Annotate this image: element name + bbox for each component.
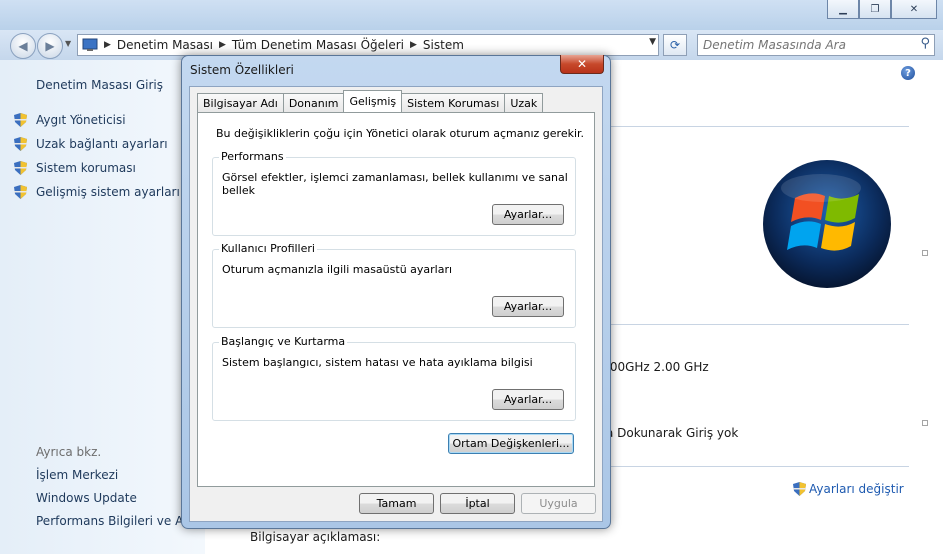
startup-recovery-title: Başlangıç ve Kurtarma [219,335,348,348]
section-divider [605,126,909,127]
refresh-button[interactable]: ⟳ [663,34,687,56]
chevron-right-icon: ▶ [410,40,417,50]
search-box[interactable]: ⚲ [697,34,935,56]
tab-strip: Bilgisayar Adı Donanım Gelişmiş Sistem K… [197,90,544,112]
computer-description-label: Bilgisayar açıklaması: [250,530,381,544]
window-caption-buttons: ▁ ❐ ✕ [827,0,937,19]
help-icon[interactable]: ? [901,66,915,80]
restore-icon: ❐ [870,3,880,15]
advanced-tab-panel: Bu değişikliklerin çoğu için Yönetici ol… [197,112,595,487]
startup-recovery-desc: Sistem başlangıcı, sistem hatası ve hata… [222,356,533,369]
change-settings-label: Ayarları değiştir [809,482,904,496]
uac-shield-icon [14,137,27,151]
sidebar-item-advanced-settings[interactable]: Gelişmiş sistem ayarları [36,185,180,199]
uac-shield-icon [14,185,27,199]
apply-button[interactable]: Uygula [521,493,596,514]
performance-desc: Görsel efektler, işlemci zamanlaması, be… [222,171,568,197]
search-input[interactable] [698,35,905,55]
dialog-body: Bilgisayar Adı Donanım Gelişmiş Sistem K… [189,86,603,522]
forward-arrow-icon: ▶ [45,39,55,53]
see-also-heading: Ayrıca bkz. [36,445,102,459]
refresh-icon: ⟳ [669,38,681,52]
sidebar-item-remote-settings[interactable]: Uzak bağlantı ayarları [36,137,168,151]
control-panel-icon [82,38,98,51]
chevron-right-icon: ▶ [218,40,226,50]
scrollbar-tick [922,420,928,426]
windows-logo [763,160,891,288]
sidebar-item-device-manager[interactable]: Aygıt Yöneticisi [36,113,126,127]
breadcrumb-system[interactable]: Sistem [423,38,464,52]
environment-variables-button[interactable]: Ortam Değişkenleri... [448,433,574,454]
section-divider [605,466,909,467]
system-properties-dialog: Sistem Özellikleri ✕ Bilgisayar Adı Dona… [181,55,611,529]
vertical-scrollbar[interactable] [919,60,943,554]
search-icon[interactable]: ⚲ [920,36,930,51]
scrollbar-tick [922,250,928,256]
tab-system-protection[interactable]: Sistem Koruması [401,93,506,112]
ok-button[interactable]: Tamam [359,493,434,514]
left-sidebar: Denetim Masası Giriş Aygıt Yöneticisi Uz… [0,60,206,554]
uac-shield-icon [14,113,27,127]
performance-title: Performans [219,150,286,163]
sidebar-item-system-protection[interactable]: Sistem koruması [36,161,136,175]
dialog-title: Sistem Özellikleri [190,63,294,77]
address-dropdown-icon[interactable]: ▼ [649,37,656,47]
processor-speed-text: .00GHz 2.00 GHz [606,360,709,374]
user-profiles-desc: Oturum açmanızla ilgili masaüstü ayarlar… [222,263,453,276]
forward-button[interactable]: ▶ [37,33,63,59]
maximize-button[interactable]: ❐ [859,0,891,19]
back-button[interactable]: ◀ [10,33,36,59]
explorer-titlebar: ▁ ❐ ✕ [0,0,943,30]
tab-computer-name[interactable]: Bilgisayar Adı [197,93,284,112]
close-icon: ✕ [909,3,919,15]
tab-advanced[interactable]: Gelişmiş [343,90,403,112]
admin-note: Bu değişikliklerin çoğu için Yönetici ol… [216,127,585,140]
chevron-right-icon: ▶ [104,40,111,50]
breadcrumb-all-items[interactable]: Tüm Denetim Masası Öğeleri [232,38,404,52]
startup-recovery-group: Başlangıç ve Kurtarma Sistem başlangıcı,… [212,335,576,421]
minimize-button[interactable]: ▁ [827,0,859,19]
section-divider [605,324,909,325]
cancel-button[interactable]: İptal [440,493,515,514]
see-also-action-center[interactable]: İşlem Merkezi [36,468,118,482]
address-bar[interactable]: ▶ Denetim Masası ▶ Tüm Denetim Masası Öğ… [77,34,659,56]
back-arrow-icon: ◀ [18,39,28,53]
minimize-icon: ▁ [839,3,847,15]
recent-pages-chevron-icon[interactable]: ▼ [65,39,71,48]
user-profiles-group: Kullanıcı Profilleri Oturum açmanızla il… [212,242,576,328]
uac-shield-icon [14,161,27,175]
see-also-windows-update[interactable]: Windows Update [36,491,137,505]
uac-shield-icon [793,482,806,496]
user-profiles-title: Kullanıcı Profilleri [219,242,317,255]
dialog-close-button[interactable]: ✕ [560,55,604,74]
startup-recovery-settings-button[interactable]: Ayarlar... [492,389,564,410]
change-settings-link[interactable]: Ayarları değiştir [793,482,904,496]
close-icon: ✕ [576,57,588,71]
performance-settings-button[interactable]: Ayarlar... [492,204,564,225]
performance-group: Performans Görsel efektler, işlemci zama… [212,150,576,236]
sidebar-home-link[interactable]: Denetim Masası Giriş [36,78,163,92]
tab-hardware[interactable]: Donanım [282,93,345,112]
pen-touch-text: a Dokunarak Giriş yok [606,426,739,440]
tab-remote[interactable]: Uzak [504,93,544,112]
close-window-button[interactable]: ✕ [891,0,937,19]
breadcrumb-control-panel[interactable]: Denetim Masası [117,38,213,52]
user-profiles-settings-button[interactable]: Ayarlar... [492,296,564,317]
